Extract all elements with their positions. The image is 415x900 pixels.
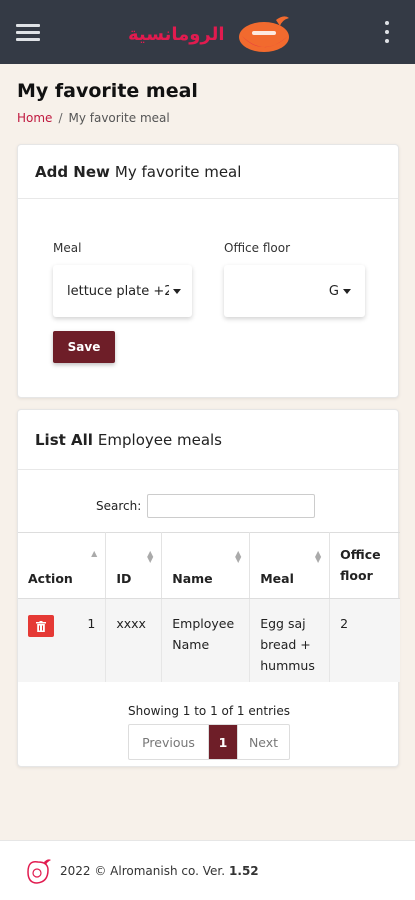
entries-info: Showing 1 to 1 of 1 entries bbox=[128, 704, 290, 718]
hamburger-icon[interactable] bbox=[16, 24, 40, 42]
add-meal-title-bold: Add New bbox=[35, 162, 110, 181]
kebab-icon[interactable] bbox=[385, 21, 391, 45]
row-name-cell: Employee Name bbox=[161, 598, 251, 682]
row-floor-cell: 2 bbox=[329, 598, 400, 682]
breadcrumb-home-link[interactable]: Home bbox=[17, 111, 52, 125]
row-id-cell: xxxx bbox=[105, 598, 163, 682]
table-header-row: Action▲ ID▲▼ Name▲▼ Meal▲▼ Office floor▲… bbox=[18, 532, 400, 599]
footer-logo-icon bbox=[27, 858, 51, 884]
column-header-action[interactable]: Action ▲ bbox=[18, 532, 107, 599]
footer-version: 1.52 bbox=[229, 863, 259, 878]
add-meal-title-rest: My favorite meal bbox=[114, 162, 242, 181]
breadcrumb-current: My favorite meal bbox=[68, 111, 170, 125]
meal-select-value: lettuce plate +2 bbox=[67, 283, 169, 299]
pagination-page-1[interactable]: 1 bbox=[209, 725, 237, 759]
chevron-down-icon bbox=[173, 288, 181, 294]
chevron-down-icon bbox=[343, 288, 351, 294]
brand-logo[interactable]: الرومانسية bbox=[124, 10, 294, 56]
pagination-previous[interactable]: Previous bbox=[129, 725, 209, 759]
meals-table: Action▲ ID▲▼ Name▲▼ Meal▲▼ Office floor▲… bbox=[18, 532, 400, 682]
search-label: Search: bbox=[96, 499, 142, 513]
save-button[interactable]: Save bbox=[53, 331, 115, 363]
list-title-rest: Employee meals bbox=[97, 430, 222, 449]
column-header-name[interactable]: Name ▲ ▼ bbox=[161, 532, 251, 599]
brand-logo-text: الرومانسية bbox=[128, 24, 225, 45]
add-meal-card: Add New My favorite meal Meal lettuce pl… bbox=[17, 144, 399, 398]
list-title-bold: List All bbox=[35, 430, 93, 449]
breadcrumb: Home / My favorite meal bbox=[17, 111, 170, 125]
employee-meals-card: List All Employee meals Search: Action ▲ … bbox=[17, 409, 400, 767]
footer-text: 2022 © Alromanish co. Ver. bbox=[60, 863, 226, 878]
office-floor-select-value: G bbox=[328, 283, 339, 299]
trash-icon bbox=[36, 620, 46, 632]
sort-icon: ▲ ▼ bbox=[315, 549, 322, 564]
sort-icon: ▲ ▼ bbox=[235, 549, 242, 564]
meal-select[interactable]: lettuce plate +2 bbox=[53, 265, 192, 317]
office-floor-field-label: Office floor bbox=[224, 241, 291, 255]
column-header-id[interactable]: ID ▲ ▼ bbox=[105, 532, 163, 599]
footer: 2022 © Alromanish co. Ver. 1.52 bbox=[0, 840, 415, 900]
column-header-office-floor[interactable]: Office floor▲▼ bbox=[329, 532, 400, 599]
employee-meals-card-header: List All Employee meals bbox=[18, 410, 398, 470]
delete-button[interactable] bbox=[28, 615, 54, 637]
table-row: 1 xxxx Employee Name Egg saj bread + hum… bbox=[18, 598, 400, 682]
sort-icon: ▲ bbox=[91, 549, 98, 558]
row-action-cell: 1 bbox=[18, 598, 107, 682]
breadcrumb-separator: / bbox=[58, 111, 63, 125]
pagination-next[interactable]: Next bbox=[237, 725, 289, 759]
meals-table-wrapper[interactable]: Action▲ ID▲▼ Name▲▼ Meal▲▼ Office floor▲… bbox=[18, 532, 400, 682]
search-input[interactable] bbox=[147, 494, 316, 518]
pagination: Previous 1 Next bbox=[128, 724, 290, 760]
sort-icon: ▲ ▼ bbox=[147, 549, 154, 564]
meal-field-label: Meal bbox=[53, 241, 82, 255]
office-floor-select[interactable]: G bbox=[224, 265, 365, 317]
top-app-bar: الرومانسية bbox=[0, 0, 415, 64]
search-row: Search: bbox=[96, 494, 316, 518]
page-title: My favorite meal bbox=[17, 80, 198, 102]
add-meal-card-header: Add New My favorite meal bbox=[18, 145, 398, 199]
row-meal-cell: Egg saj bread + hummus bbox=[249, 598, 331, 682]
row-number: 1 bbox=[87, 616, 96, 631]
column-header-meal[interactable]: Meal ▲ ▼ bbox=[249, 532, 331, 599]
